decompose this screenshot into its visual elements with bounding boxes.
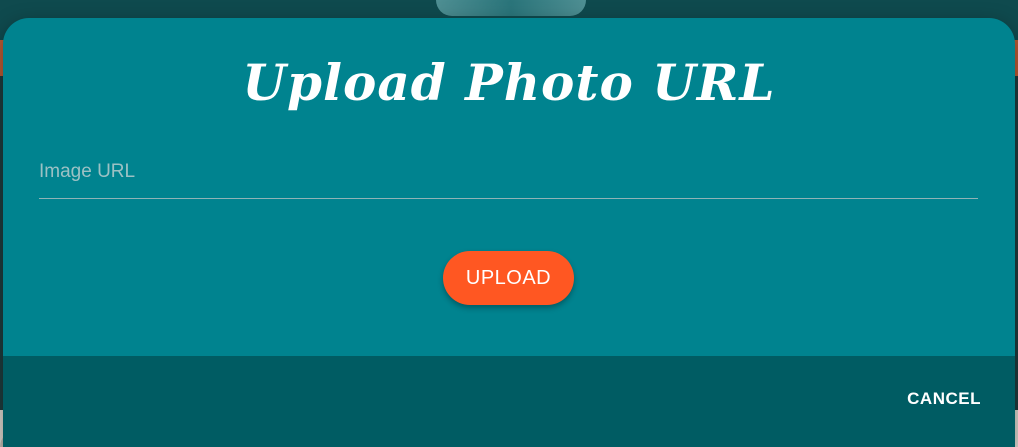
dialog-content: Upload Photo URL UPLOAD (3, 18, 1015, 356)
background-logo (436, 0, 586, 16)
dialog-footer: CANCEL (3, 356, 1015, 447)
image-url-input[interactable] (39, 146, 978, 199)
dialog-title: Upload Photo URL (242, 53, 776, 112)
upload-photo-url-dialog: Upload Photo URL UPLOAD CANCEL (3, 18, 1015, 447)
upload-button[interactable]: UPLOAD (443, 251, 574, 305)
image-url-field (39, 146, 978, 200)
cancel-button[interactable]: CANCEL (903, 384, 985, 414)
